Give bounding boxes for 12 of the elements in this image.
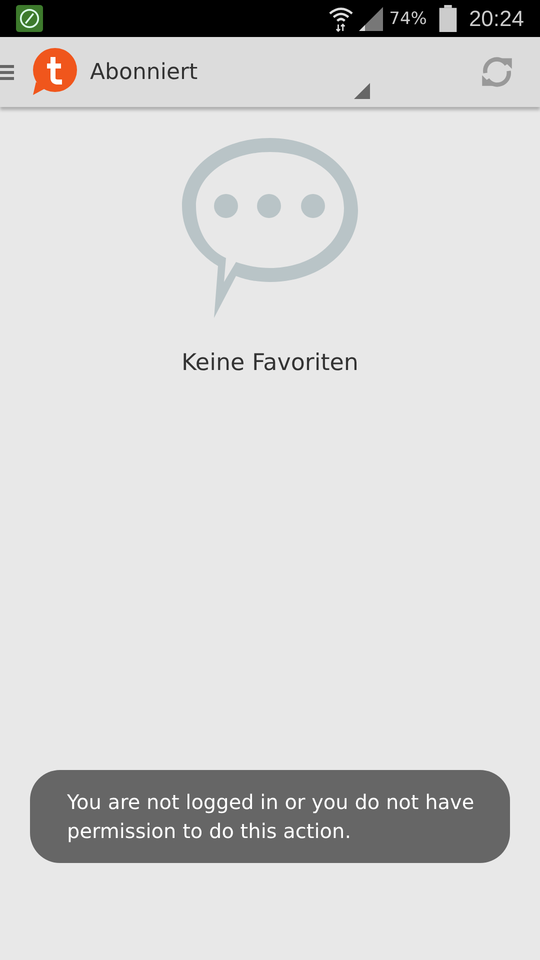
clock: 20:24	[468, 6, 524, 32]
empty-message: Keine Favoriten	[181, 350, 358, 376]
app-notification-icon	[16, 5, 43, 32]
wifi-icon	[329, 4, 354, 32]
signal-icon	[359, 6, 384, 30]
battery-icon	[438, 5, 457, 32]
app-logo-icon[interactable]	[30, 48, 78, 96]
refresh-icon[interactable]	[480, 55, 514, 89]
dropdown-corner-icon	[354, 83, 370, 99]
toast-message: You are not logged in or you do not have permission to do this action.	[30, 770, 510, 863]
battery-percent: 74%	[389, 8, 427, 28]
menu-icon[interactable]	[0, 62, 14, 82]
